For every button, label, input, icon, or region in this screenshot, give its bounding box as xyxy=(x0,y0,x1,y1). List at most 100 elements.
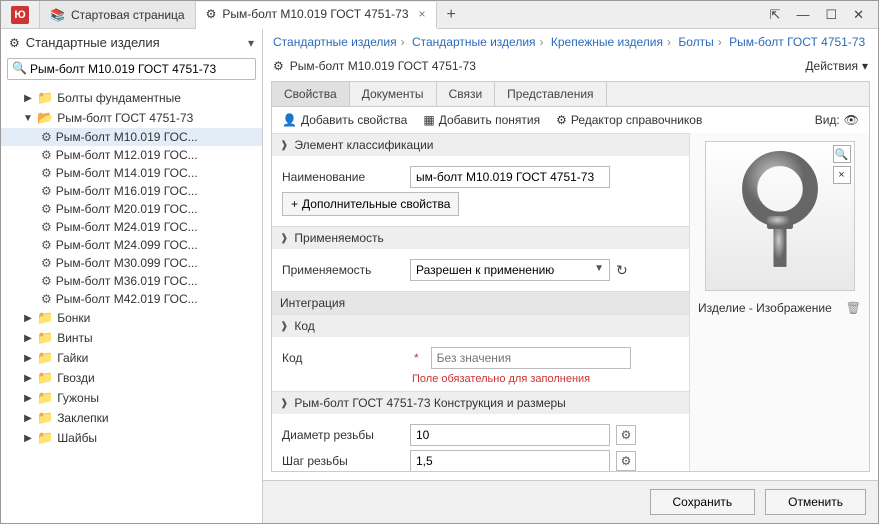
thread-diameter-label: Диаметр резьбы xyxy=(282,428,402,442)
group-applicability[interactable]: ❱Применяемость xyxy=(272,226,689,249)
search-input[interactable] xyxy=(7,58,256,80)
tree-folder[interactable]: ▶📁Винты xyxy=(1,328,262,348)
minimize-icon[interactable]: — xyxy=(796,7,809,23)
thread-pitch-input[interactable] xyxy=(410,450,610,471)
group-code[interactable]: ❱Код xyxy=(272,314,689,337)
tree-item[interactable]: ⚙Рым-болт М24.019 ГОС... xyxy=(1,218,262,236)
tree-folder[interactable]: ▶📁Гайки xyxy=(1,348,262,368)
breadcrumb-link[interactable]: Стандартные изделия xyxy=(412,35,536,49)
chevron-down-icon: ❱ xyxy=(280,140,288,151)
close-icon[interactable]: × xyxy=(833,166,851,184)
add-properties-button[interactable]: 👤Добавить свойства xyxy=(282,113,407,127)
caret-right-icon: ▶ xyxy=(23,353,33,364)
tab-properties[interactable]: Свойства xyxy=(272,82,350,106)
footer-bar: Сохранить Отменить xyxy=(263,480,878,523)
add-concepts-button[interactable]: ▦Добавить понятия xyxy=(423,113,540,127)
folder-icon: 📁 xyxy=(37,350,53,366)
window-controls: ⇱ — ☐ ✕ xyxy=(756,7,878,23)
reference-editor-button[interactable]: ⚙Редактор справочников xyxy=(556,113,702,127)
tree-label: Заклепки xyxy=(57,411,108,425)
tab-documents[interactable]: Документы xyxy=(350,82,437,106)
gear-icon: ⚙ xyxy=(41,166,52,180)
tree-label: Рым-болт М14.019 ГОС... xyxy=(56,166,198,180)
group-integration[interactable]: Интеграция xyxy=(272,291,689,314)
tree-folder[interactable]: ▶📁Гвозди xyxy=(1,368,262,388)
tree-folder[interactable]: ▶📁Заклепки xyxy=(1,408,262,428)
code-label: Код xyxy=(282,351,402,365)
new-tab-button[interactable]: + xyxy=(437,6,466,24)
breadcrumb-link[interactable]: Стандартные изделия xyxy=(273,35,397,49)
tab-active-document[interactable]: ⚙ Рым-болт М10.019 ГОСТ 4751-73 × xyxy=(196,2,437,29)
close-icon[interactable]: × xyxy=(419,7,426,21)
tree-folder[interactable]: ▶📁Гужоны xyxy=(1,388,262,408)
tree-item[interactable]: ⚙Рым-болт М12.019 ГОС... xyxy=(1,146,262,164)
tab-views[interactable]: Представления xyxy=(495,82,606,106)
maximize-icon[interactable]: ☐ xyxy=(825,7,837,23)
tree-item[interactable]: ⚙Рым-болт М36.019 ГОС... xyxy=(1,272,262,290)
gear-icon: ⚙ xyxy=(41,130,52,144)
group-construction[interactable]: ❱Рым-болт ГОСТ 4751-73 Конструкция и раз… xyxy=(272,391,689,414)
refresh-icon[interactable]: ↻ xyxy=(616,262,628,279)
breadcrumb-link[interactable]: Болты xyxy=(678,35,713,49)
breadcrumb-link[interactable]: Рым-болт ГОСТ 4751-73 xyxy=(729,35,865,49)
chevron-down-icon: ❱ xyxy=(280,321,288,332)
tree-item[interactable]: ⚙ Рым-болт М14.019 ГОС... xyxy=(1,164,262,182)
gear-icon[interactable]: ⚙ xyxy=(616,425,636,445)
tree-label: Рым-болт М36.019 ГОС... xyxy=(56,274,198,288)
search-icon: 🔍 xyxy=(12,61,27,75)
app-logo-tab[interactable]: Ю xyxy=(1,1,40,28)
tree-label: Шайбы xyxy=(57,431,97,445)
zoom-icon[interactable]: 🔍 xyxy=(833,145,851,163)
grid-icon: ▦ xyxy=(423,113,434,127)
tree-label: Бонки xyxy=(57,311,90,325)
close-window-icon[interactable]: ✕ xyxy=(853,7,864,23)
save-button[interactable]: Сохранить xyxy=(650,489,756,515)
sidebar-header: ⚙ Стандартные изделия ▾ xyxy=(1,29,262,56)
gear-icon: ⚙ xyxy=(206,7,217,21)
tree-item[interactable]: ⚙Рым-болт М16.019 ГОС... xyxy=(1,182,262,200)
thread-diameter-input[interactable] xyxy=(410,424,610,446)
required-mark: * xyxy=(414,351,419,365)
tree-item[interactable]: ⚙Рым-болт М42.019 ГОС... xyxy=(1,290,262,308)
tree-folder[interactable]: ▶📁Бонки xyxy=(1,308,262,328)
dock-icon[interactable]: ⇱ xyxy=(770,7,781,23)
preview-panel: 🔍 × Изделие - Изображение 🗑 xyxy=(689,133,869,471)
tree-folder-open[interactable]: ▼📂Рым-болт ГОСТ 4751-73 xyxy=(1,108,262,128)
tree-label: Рым-болт М20.019 ГОС... xyxy=(56,202,198,216)
tab-relations[interactable]: Связи xyxy=(437,82,496,106)
gear-icon[interactable]: ⚙ xyxy=(616,451,636,471)
gear-icon: ⚙ xyxy=(41,256,52,270)
page-title: ⚙Рым-болт М10.019 ГОСТ 4751-73 xyxy=(273,59,805,73)
additional-properties-button[interactable]: +Дополнительные свойства xyxy=(282,192,459,216)
cancel-button[interactable]: Отменить xyxy=(765,489,866,515)
breadcrumb-link[interactable]: Крепежные изделия xyxy=(551,35,663,49)
code-input[interactable] xyxy=(431,347,631,369)
tree-label: Рым-болт ГОСТ 4751-73 xyxy=(57,111,193,125)
tree-label: Рым-болт М42.019 ГОС... xyxy=(56,292,198,306)
tree-item[interactable]: ⚙Рым-болт М30.099 ГОС... xyxy=(1,254,262,272)
gear-icon: ⚙ xyxy=(273,59,284,73)
view-toggle[interactable]: Вид:👁 xyxy=(815,113,859,127)
name-input[interactable] xyxy=(410,166,610,188)
trash-icon[interactable]: 🗑 xyxy=(846,301,861,315)
sidebar-title: Стандартные изделия xyxy=(26,35,242,50)
caret-right-icon: ▶ xyxy=(23,373,33,384)
tab-start-page[interactable]: 📚 Стартовая страница xyxy=(40,1,196,28)
folder-icon: 📁 xyxy=(37,410,53,426)
gear-icon: ⚙ xyxy=(41,184,52,198)
tree-folder[interactable]: ▶📁Шайбы xyxy=(1,428,262,448)
actions-menu[interactable]: Действия▾ xyxy=(805,59,868,73)
sidebar-search: 🔍 xyxy=(7,58,256,80)
applicability-select[interactable]: Разрешен к применению xyxy=(410,259,610,281)
tree-label: Болты фундаментные xyxy=(57,91,181,105)
preview-caption: Изделие - Изображение xyxy=(698,301,846,315)
group-classification[interactable]: ❱Элемент классификации xyxy=(272,133,689,156)
tree-item[interactable]: ⚙Рым-болт М24.099 ГОС... xyxy=(1,236,262,254)
chevron-down-icon: ❱ xyxy=(280,398,288,409)
tree-item[interactable]: ⚙Рым-болт М20.019 ГОС... xyxy=(1,200,262,218)
tree-folder[interactable]: ▶📁Болты фундаментные xyxy=(1,88,262,108)
tree-item[interactable]: ⚙Рым-болт М10.019 ГОС... xyxy=(1,128,262,146)
toolbar: 👤Добавить свойства ▦Добавить понятия ⚙Ре… xyxy=(271,107,870,133)
caret-down-icon: ▼ xyxy=(23,113,33,124)
chevron-down-icon[interactable]: ▾ xyxy=(248,36,254,50)
